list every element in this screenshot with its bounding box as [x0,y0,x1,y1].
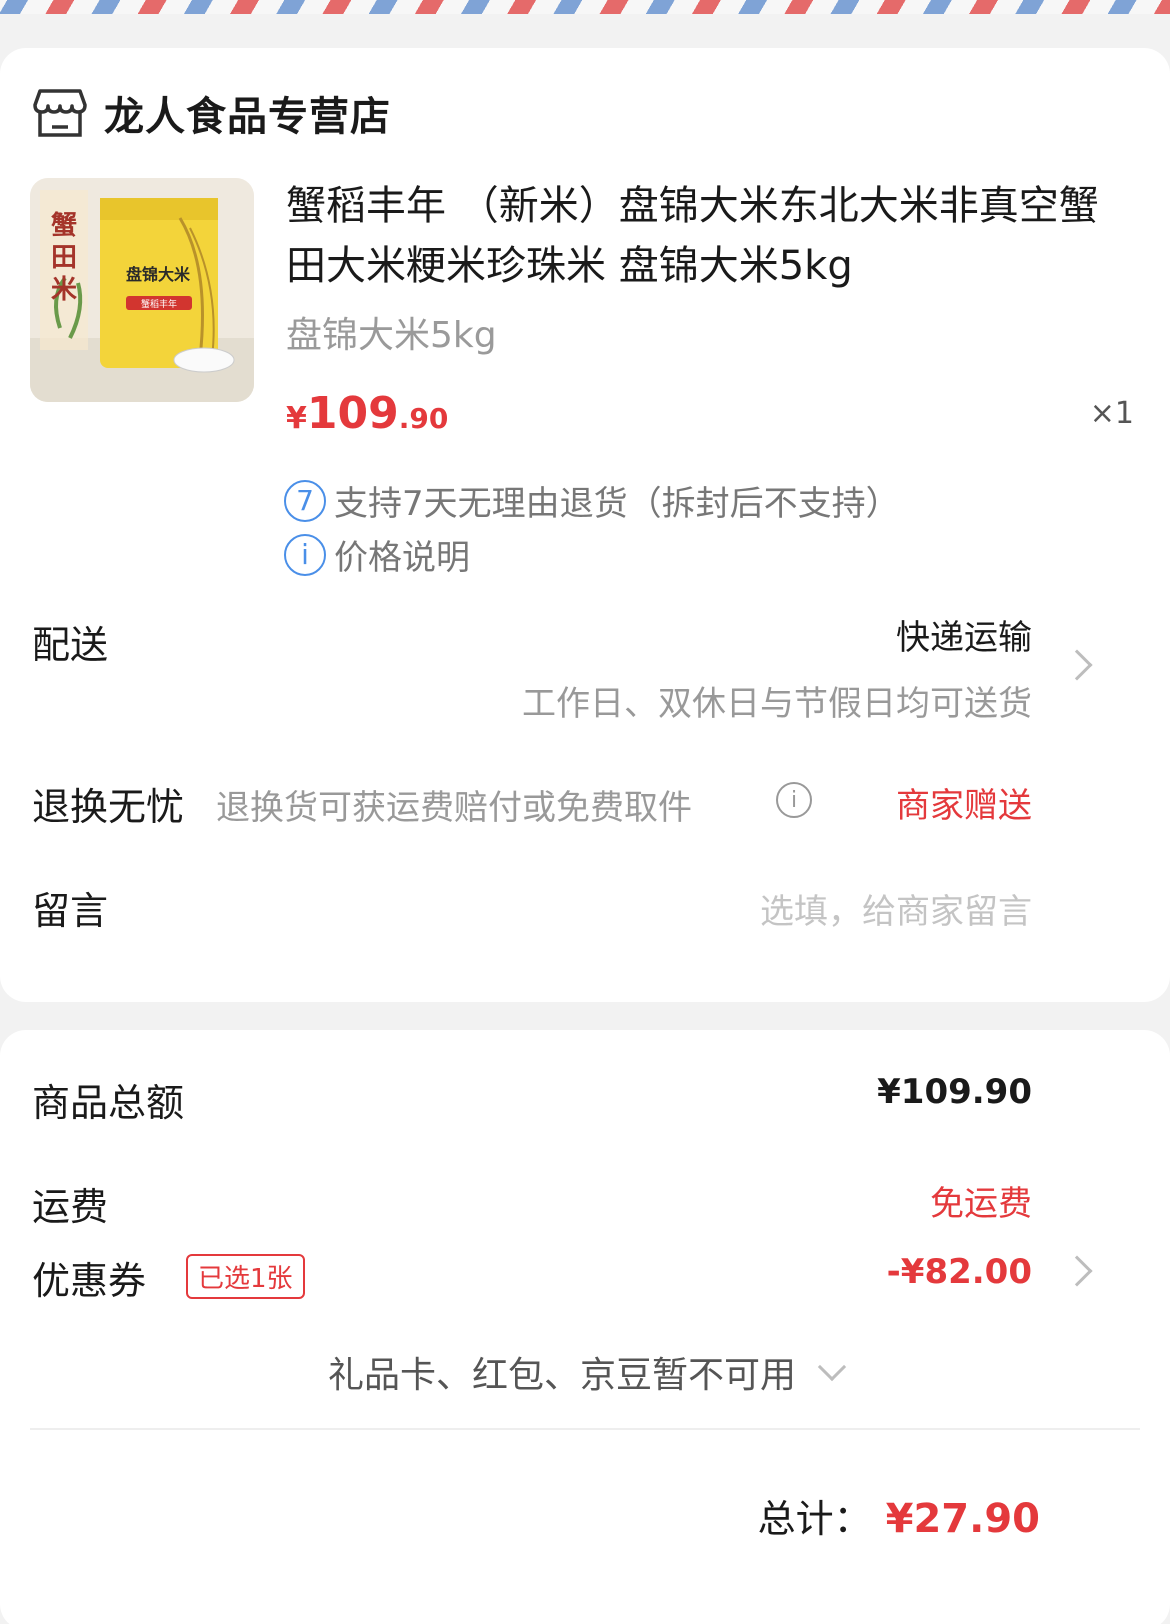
price-symbol: ¥ [286,401,307,436]
product-image-bag-label: 盘锦大米 [126,265,191,284]
order-total: 总计： ¥27.90 [758,1488,1040,1543]
chevron-down-icon [817,1352,847,1382]
return-service-desc: 退换货可获运费赔付或免费取件 [216,788,692,828]
product-image[interactable]: 蟹 田 米 盘锦大米 蟹稻丰年 [30,178,254,402]
rice-bag-illustration: 蟹 田 米 盘锦大米 蟹稻丰年 [30,178,254,402]
price-explanation[interactable]: i 价格说明 [284,530,470,579]
return-policy-text: 支持7天无理由退货（拆封后不支持） [334,484,900,524]
return-service-label: 退换无忧 [32,785,185,829]
summary-card: 商品总额 ¥109.90 运费 免运费 优惠券 已选1张 -¥82.00 礼品卡… [0,1030,1170,1624]
shipping-value: 免运费 [930,1184,1032,1224]
price-decimal: .90 [398,402,449,435]
shipping-label: 运费 [32,1185,109,1229]
price-integer: 109 [306,388,399,439]
message-input[interactable]: 选填，给商家留言 [760,884,1032,933]
return-info-icon[interactable]: i [776,782,812,818]
product-image-brand-3: 米 [51,275,77,305]
coupon-badge: 已选1张 [186,1254,305,1299]
info-icon: i [284,533,326,576]
price-explanation-text: 价格说明 [334,538,470,578]
unavailable-payments-text: 礼品卡、红包、京豆暂不可用 [327,1355,796,1396]
delivery-note: 工作日、双休日与节假日均可送货 [522,684,1032,724]
return-policy[interactable]: 7 支持7天无理由退货（拆封后不支持） [284,476,900,525]
shop-header[interactable]: 龙人食品专营店 [32,84,391,142]
delivery-method[interactable]: 快递运输 [896,610,1032,659]
divider [30,1428,1140,1430]
shop-name: 龙人食品专营店 [104,94,391,140]
coupon-value[interactable]: -¥82.00 [887,1252,1032,1292]
coupon-chevron-right-icon[interactable] [1061,1255,1093,1287]
message-label: 留言 [32,889,109,933]
delivery-label: 配送 [32,623,109,667]
product-image-bag-sub: 蟹稻丰年 [141,298,177,310]
airmail-border-cover [0,14,1170,24]
product-quantity: ×1 [1089,396,1134,431]
order-card: 龙人食品专营店 蟹 田 米 盘锦大米 蟹稻丰年 蟹稻丰年 （新米）盘锦大米东北大… [0,48,1170,1002]
product-image-brand-2: 田 [51,243,77,273]
unavailable-payments-toggle[interactable]: 礼品卡、红包、京豆暂不可用 [0,1346,1170,1398]
total-label: 总计： [757,1497,872,1541]
goods-total-value: ¥109.90 [877,1072,1032,1112]
delivery-chevron-right-icon[interactable] [1061,649,1093,681]
goods-total-label: 商品总额 [32,1081,185,1125]
seven-day-icon: 7 [284,479,326,522]
product-spec: 盘锦大米5kg [286,315,497,356]
coupon-label: 优惠券 [32,1259,147,1303]
total-value: ¥27.90 [885,1496,1040,1542]
store-icon [33,89,87,137]
product-title[interactable]: 蟹稻丰年 （新米）盘锦大米东北大米非真空蟹田大米粳米珍珠米 盘锦大米5kg [286,176,1136,296]
product-image-brand-1: 蟹 [51,210,77,241]
return-service-value: 商家赠送 [896,786,1032,826]
product-price: ¥109.90 [286,388,448,439]
